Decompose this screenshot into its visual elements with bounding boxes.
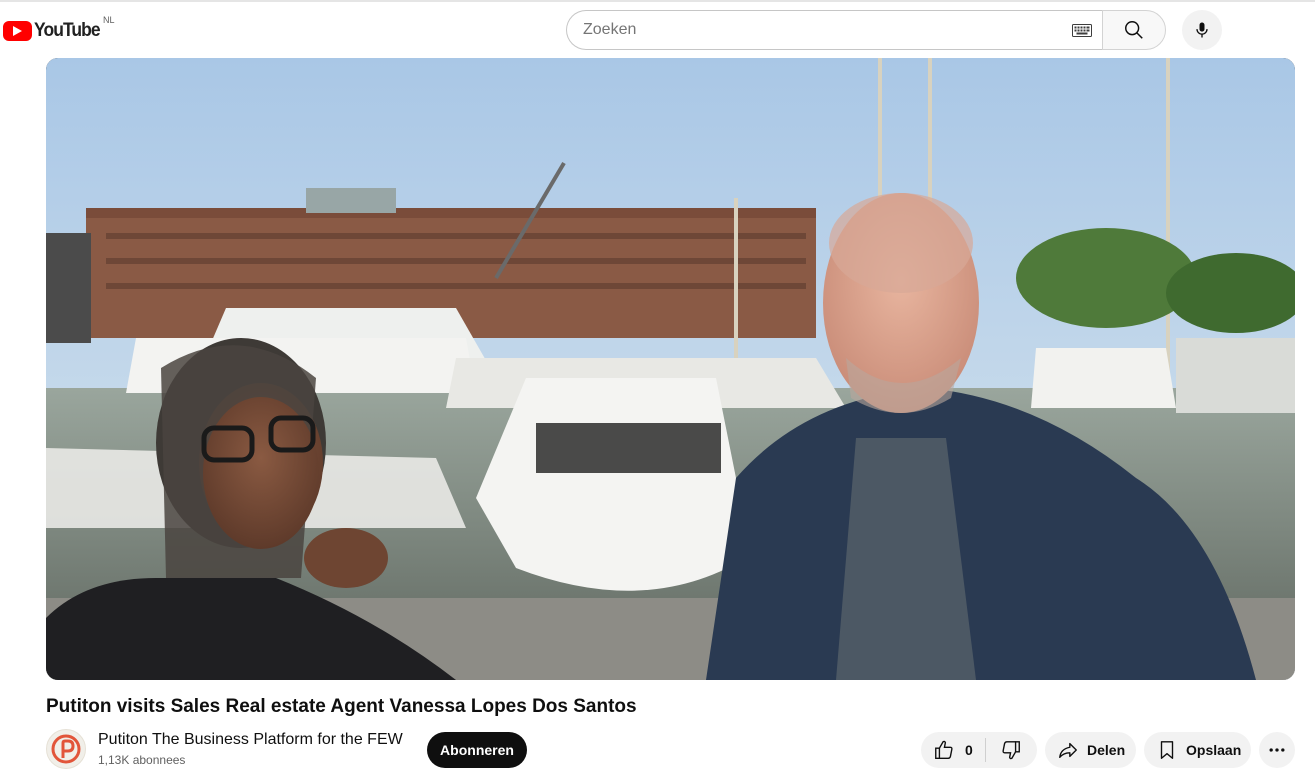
search-box — [566, 10, 1103, 50]
channel-name[interactable]: Putiton The Business Platform for the FE… — [98, 731, 403, 749]
masthead: YouTube NL — [0, 0, 1315, 58]
dislike-button[interactable] — [986, 732, 1036, 768]
youtube-watch-page: YouTube NL Zoeken Putiton visits Sales R… — [0, 0, 1315, 782]
bookmark-icon — [1160, 741, 1174, 759]
save-button[interactable]: Opslaan — [1144, 732, 1251, 768]
subscribe-button[interactable]: Abonneren — [427, 732, 527, 768]
video-frame — [46, 58, 1295, 680]
thumbs-up-icon — [935, 740, 953, 759]
video-title: Putiton visits Sales Real estate Agent V… — [46, 696, 637, 717]
voice-search-button[interactable] — [1182, 10, 1222, 50]
keyboard-icon[interactable] — [1072, 24, 1092, 42]
youtube-logo[interactable]: YouTube NL — [3, 15, 115, 44]
logo-text: YouTube — [34, 20, 101, 41]
video-player[interactable] — [46, 58, 1295, 680]
like-dislike-group: 0 — [921, 732, 1037, 768]
channel-logo-icon — [51, 734, 81, 764]
channel-avatar[interactable] — [46, 729, 86, 769]
search-icon — [1125, 21, 1143, 39]
youtube-logo-icon — [3, 21, 32, 41]
more-actions-button[interactable] — [1259, 732, 1295, 768]
save-label: Opslaan — [1186, 742, 1242, 758]
microphone-icon — [1196, 22, 1208, 38]
like-count: 0 — [965, 742, 973, 758]
search-input[interactable] — [583, 11, 1053, 49]
like-button[interactable]: 0 — [921, 732, 985, 768]
search-button[interactable] — [1102, 10, 1166, 50]
share-button[interactable]: Delen — [1045, 732, 1136, 768]
share-label: Delen — [1087, 742, 1126, 758]
share-icon — [1059, 742, 1077, 759]
country-code: NL — [103, 15, 115, 25]
more-icon — [1269, 748, 1285, 752]
top-border — [0, 0, 1315, 2]
subscriber-count: 1,13K abonnees — [98, 753, 186, 767]
thumbs-down-icon — [1002, 741, 1020, 760]
